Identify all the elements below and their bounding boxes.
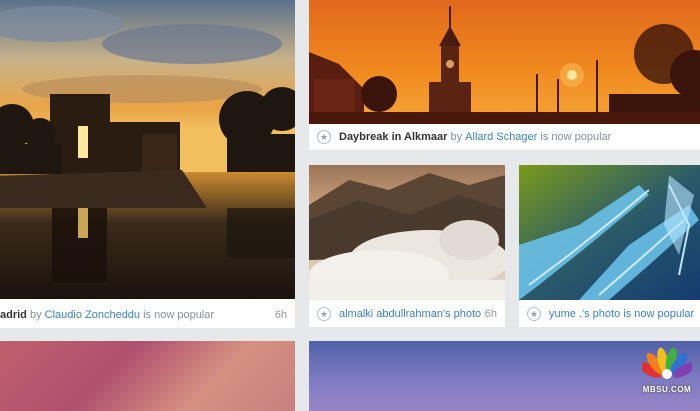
timestamp: 6h bbox=[274, 309, 287, 321]
photo-card-mountains[interactable]: ★ almalki abdullrahman's photo is n 6h bbox=[309, 165, 505, 327]
by-text: by bbox=[26, 309, 45, 321]
user-link[interactable]: Claudio Zoncheddu bbox=[45, 309, 140, 321]
status-text: is now popular bbox=[537, 131, 612, 143]
photo-card-rock[interactable] bbox=[0, 341, 295, 411]
peacock-logo-icon bbox=[638, 347, 696, 379]
caption-text: almalki abdullrahman's photo is n bbox=[339, 308, 485, 320]
photo-madrid[interactable] bbox=[0, 0, 295, 299]
caption-text: yume .'s photo is now popular bbox=[549, 308, 695, 320]
photo-card-madrid[interactable]: adrid by Claudio Zoncheddu is now popula… bbox=[0, 0, 295, 328]
photo-card-alkmaar[interactable]: ★ Daybreak in Alkmaar by Allard Schager … bbox=[309, 0, 700, 150]
photo-mountains[interactable] bbox=[309, 165, 505, 300]
watermark-text: MBSU.COM bbox=[642, 385, 692, 394]
photo-title-link[interactable]: adrid bbox=[0, 309, 27, 321]
photo-rock[interactable] bbox=[0, 341, 295, 411]
by-text: by bbox=[447, 131, 466, 143]
photo-caption: ★ yume .'s photo is now popular bbox=[519, 301, 700, 327]
star-icon[interactable]: ★ bbox=[317, 307, 331, 321]
photo-title-link[interactable]: Daybreak in Alkmaar bbox=[339, 131, 447, 143]
user-link[interactable]: Allard Schager bbox=[465, 131, 537, 143]
watermark-logo: MBSU.COM bbox=[638, 346, 696, 394]
star-icon[interactable]: ★ bbox=[527, 307, 541, 321]
photo-caption: ★ Daybreak in Alkmaar by Allard Schager … bbox=[309, 124, 700, 150]
photo-card-ice[interactable]: ★ yume .'s photo is now popular bbox=[519, 165, 700, 327]
photo-alkmaar[interactable] bbox=[309, 0, 700, 124]
photo-caption: adrid by Claudio Zoncheddu is now popula… bbox=[0, 302, 295, 328]
star-icon[interactable]: ★ bbox=[317, 130, 331, 144]
photo-ice[interactable] bbox=[519, 165, 700, 300]
status-text: is now popular bbox=[140, 309, 215, 321]
timestamp: 6h bbox=[484, 308, 497, 320]
photo-caption: ★ almalki abdullrahman's photo is n 6h bbox=[309, 301, 505, 327]
